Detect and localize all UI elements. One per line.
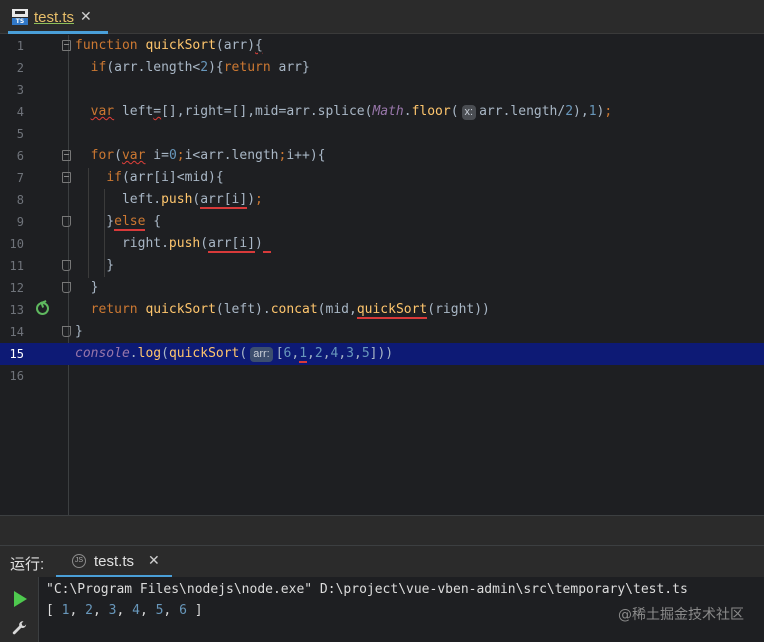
fold-toggle-icon[interactable] bbox=[62, 40, 71, 51]
code-line[interactable]: 14 } bbox=[0, 321, 764, 343]
line-number: 3 bbox=[16, 83, 24, 97]
output-value: 6 bbox=[179, 603, 187, 618]
fold-toggle-icon[interactable] bbox=[62, 150, 71, 161]
close-icon[interactable]: ✕ bbox=[148, 553, 160, 569]
line-number: 8 bbox=[16, 193, 24, 207]
code-text: }else { bbox=[75, 214, 162, 231]
run-console[interactable]: "C:\Program Files\nodejs\node.exe" D:\pr… bbox=[0, 577, 764, 642]
line-number: 2 bbox=[16, 61, 24, 75]
fold-toggle-icon[interactable] bbox=[62, 326, 71, 337]
current-code-line[interactable]: 15 console.log(quickSort(arr: [6,1,2,4,3,… bbox=[0, 343, 764, 365]
output-value: 4 bbox=[132, 603, 140, 618]
line-number: 4 bbox=[16, 105, 24, 119]
code-line[interactable]: 7 if(arr[i]<mid){ bbox=[0, 167, 764, 189]
run-tool-window-header: 运行: JS test.ts ✕ bbox=[0, 545, 764, 578]
code-line[interactable]: 11 } bbox=[0, 255, 764, 277]
fold-toggle-icon[interactable] bbox=[62, 172, 71, 183]
line-number: 1 bbox=[16, 39, 24, 53]
run-tab-test-ts[interactable]: JS test.ts ✕ bbox=[56, 546, 172, 578]
inlay-hint: arr: bbox=[250, 347, 273, 362]
code-text: } bbox=[75, 324, 83, 339]
code-text: return quickSort(left).concat(mid,quickS… bbox=[90, 302, 490, 319]
code-line[interactable]: 2 if(arr.length<2){return arr} bbox=[0, 57, 764, 79]
wrench-icon[interactable] bbox=[12, 621, 28, 637]
output-value: 1 bbox=[61, 603, 70, 618]
output-value: 2 bbox=[85, 603, 93, 618]
line-number: 6 bbox=[16, 149, 24, 163]
fold-toggle-icon[interactable] bbox=[62, 260, 71, 271]
code-text: if(arr[i]<mid){ bbox=[106, 170, 224, 185]
code-text: if(arr.length<2){return arr} bbox=[90, 60, 310, 75]
code-line[interactable]: 13 return quickSort(left).concat(mid,qui… bbox=[0, 299, 764, 321]
inlay-hint: x: bbox=[461, 105, 477, 120]
code-text: console.log(quickSort(arr: [6,1,2,4,3,5])… bbox=[75, 346, 394, 363]
line-number: 14 bbox=[9, 325, 24, 339]
console-output: [ 1, 2, 3, 4, 5, 6 ] bbox=[46, 603, 203, 618]
code-line[interactable]: 3 bbox=[0, 79, 764, 101]
line-number: 16 bbox=[9, 369, 24, 383]
line-number: 9 bbox=[16, 215, 24, 229]
watermark: @稀土掘金技术社区 bbox=[618, 607, 744, 623]
code-line[interactable]: 16 bbox=[0, 365, 764, 387]
line-number: 5 bbox=[16, 127, 24, 141]
code-line[interactable]: 6 for(var i=0;i<arr.length;i++){ bbox=[0, 145, 764, 167]
console-command: "C:\Program Files\nodejs\node.exe" D:\pr… bbox=[46, 582, 688, 597]
editor-status-strip bbox=[0, 515, 764, 545]
line-number: 11 bbox=[9, 259, 24, 273]
run-label: 运行: bbox=[10, 556, 45, 573]
console-toolbar bbox=[0, 577, 39, 642]
code-text: var left=[],right=[],mid=arr.splice(Math… bbox=[90, 104, 613, 120]
editor-tab-bar: TS test.ts ✕ bbox=[0, 0, 764, 34]
recursive-call-icon[interactable] bbox=[36, 302, 49, 315]
line-number: 10 bbox=[9, 237, 24, 251]
output-value: 3 bbox=[108, 603, 117, 618]
output-value: 5 bbox=[155, 603, 164, 618]
code-line[interactable]: 12 } bbox=[0, 277, 764, 299]
fold-toggle-icon[interactable] bbox=[62, 216, 71, 227]
line-number: 7 bbox=[16, 171, 24, 185]
fold-toggle-icon[interactable] bbox=[62, 282, 71, 293]
close-icon[interactable]: ✕ bbox=[80, 9, 92, 25]
code-line[interactable]: 9 }else { bbox=[0, 211, 764, 233]
rerun-icon[interactable] bbox=[14, 591, 27, 607]
line-number: 15 bbox=[9, 347, 24, 361]
code-text: for(var i=0;i<arr.length;i++){ bbox=[90, 148, 326, 163]
active-tab-indicator bbox=[8, 31, 108, 34]
code-line[interactable]: 5 bbox=[0, 123, 764, 145]
line-number: 13 bbox=[9, 303, 24, 317]
tab-test-ts[interactable]: TS test.ts ✕ bbox=[8, 0, 108, 34]
code-line[interactable]: 8 left.push(arr[i]); bbox=[0, 189, 764, 211]
nodejs-file-icon: JS bbox=[72, 554, 86, 568]
code-text: function quickSort(arr){ bbox=[75, 38, 263, 53]
typescript-file-icon: TS bbox=[12, 9, 28, 25]
tab-title: test.ts bbox=[34, 8, 75, 26]
code-line[interactable]: 1 function quickSort(arr){ bbox=[0, 35, 764, 57]
run-tab-title: test.ts bbox=[94, 553, 135, 570]
code-line[interactable]: 10 right.push(arr[i]) bbox=[0, 233, 764, 255]
code-text: right.push(arr[i]) bbox=[75, 233, 271, 255]
code-text: } bbox=[75, 280, 99, 295]
code-text: left.push(arr[i]); bbox=[75, 192, 263, 209]
code-line[interactable]: 4 var left=[],right=[],mid=arr.splice(Ma… bbox=[0, 101, 764, 123]
code-text: } bbox=[75, 258, 115, 273]
line-number: 12 bbox=[9, 281, 24, 295]
